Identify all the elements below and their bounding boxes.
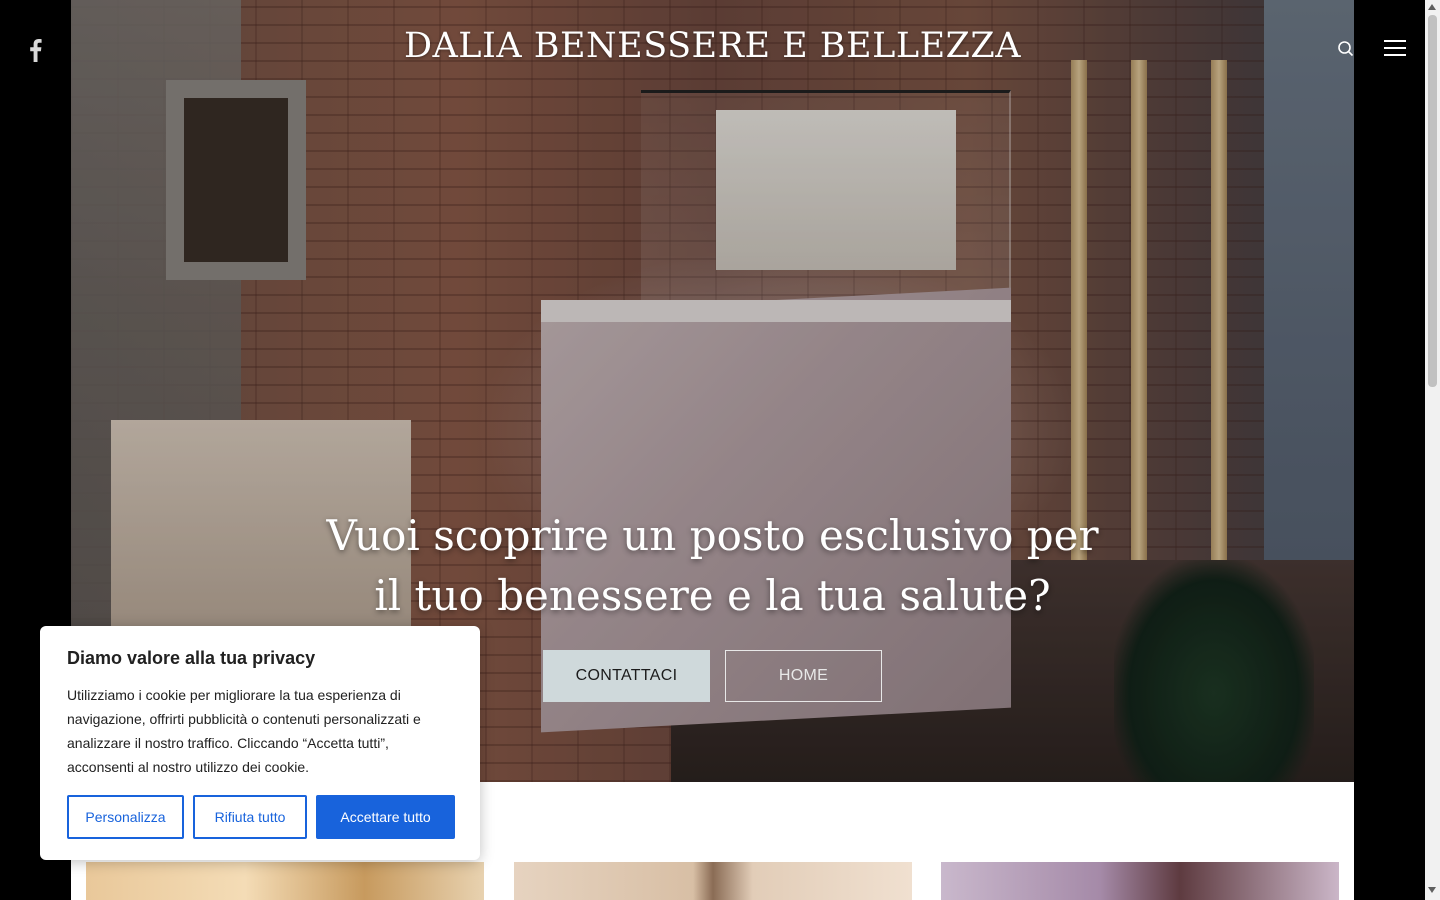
cookie-consent-banner: Diamo valore alla tua privacy Utilizziam… <box>40 626 480 860</box>
home-button[interactable]: HOME <box>725 650 882 702</box>
reject-all-cookies-button[interactable]: Rifiuta tutto <box>193 795 307 839</box>
accept-all-cookies-button[interactable]: Accettare tutto <box>316 795 455 839</box>
cookie-button-group: Personalizza Rifiuta tutto Accettare tut… <box>67 795 455 839</box>
contact-button[interactable]: CONTATTACI <box>543 650 710 702</box>
cookie-banner-title: Diamo valore alla tua privacy <box>67 648 316 668</box>
page: DALIA BENESSERE E BELLEZZA Vuoi scoprire… <box>0 0 1440 900</box>
scrollbar-thumb[interactable] <box>1428 15 1437 387</box>
page-scrollbar[interactable] <box>1425 0 1440 900</box>
hamburger-menu-icon[interactable] <box>1384 40 1406 58</box>
site-title[interactable]: DALIA BENESSERE E BELLEZZA <box>0 26 1425 66</box>
search-icon[interactable] <box>1336 39 1356 59</box>
hero-heading-line2: il tuo benessere e la tua salute? <box>374 571 1051 620</box>
service-card-image[interactable] <box>514 862 912 900</box>
service-card-image[interactable] <box>86 862 484 900</box>
customize-cookies-button[interactable]: Personalizza <box>67 795 184 839</box>
cookie-banner-text: Utilizziamo i cookie per migliorare la t… <box>67 687 421 775</box>
hero-heading: Vuoi scoprire un posto esclusivo per il … <box>320 506 1105 626</box>
scroll-down-arrow-icon[interactable] <box>1428 887 1436 893</box>
service-card-image[interactable] <box>941 862 1339 900</box>
hero-heading-line1: Vuoi scoprire un posto esclusivo per <box>326 511 1099 560</box>
scroll-up-arrow-icon[interactable] <box>1428 4 1436 10</box>
